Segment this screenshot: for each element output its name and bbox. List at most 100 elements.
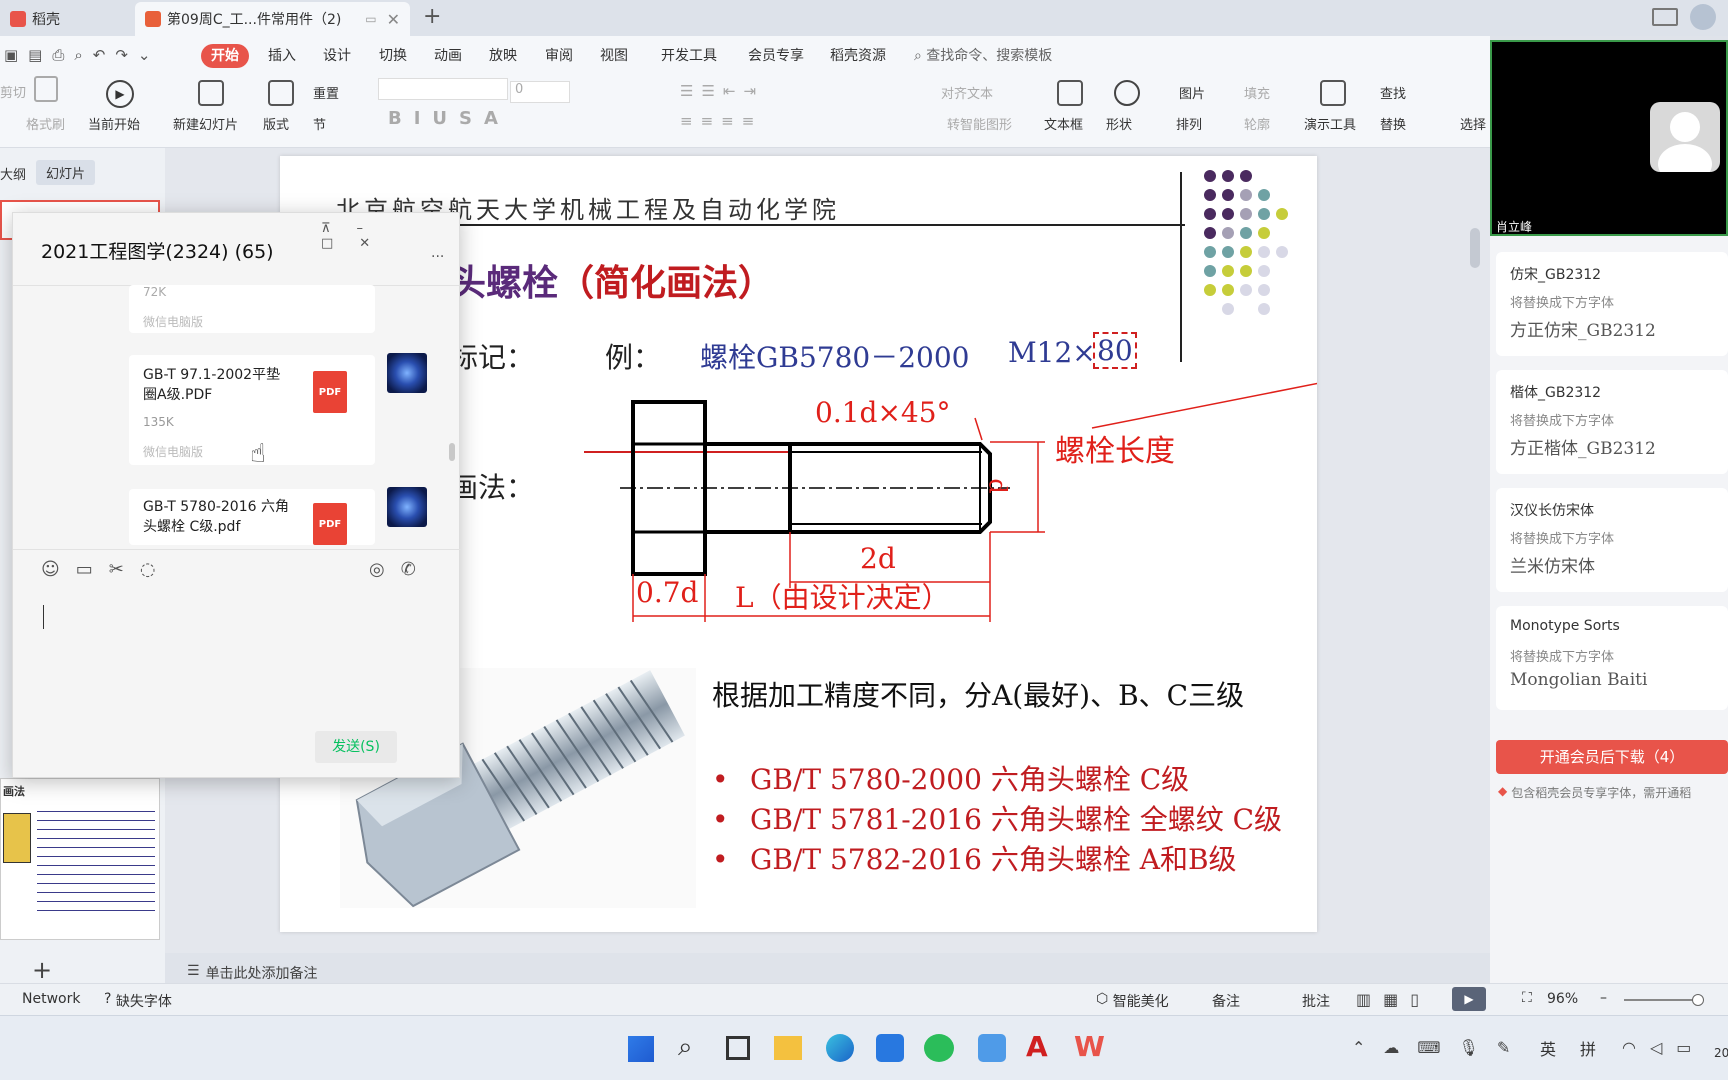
play-slideshow-button[interactable]: ▶ (1452, 987, 1486, 1011)
command-search[interactable]: ⌕ 查找命令、搜索模板 (914, 44, 1052, 68)
search-icon[interactable]: ⌕ (678, 1032, 693, 1063)
close-tab-icon[interactable]: ✕ (387, 10, 400, 29)
wechat-icon[interactable] (924, 1034, 954, 1062)
select-button[interactable]: 选择 (1460, 114, 1486, 133)
emoji-icon[interactable]: ☺ (41, 559, 60, 580)
menu-view[interactable]: 视图 (600, 44, 628, 68)
scissors-icon[interactable]: ✂ (109, 559, 124, 580)
acrobat-icon[interactable]: A (1026, 1030, 1048, 1063)
photos-icon[interactable] (876, 1034, 904, 1062)
menu-slideshow[interactable]: 放映 (489, 44, 517, 68)
file-message[interactable]: GB-T 5780-2016 六角头螺栓 C级.pdf PDF (129, 489, 375, 545)
folder-icon[interactable]: ▭ (76, 559, 93, 580)
zoom-out-icon[interactable]: – (1600, 990, 1607, 1006)
beautify-button[interactable]: ⬡ 智能美化 (1096, 991, 1169, 1011)
layout-icon[interactable] (1652, 8, 1678, 26)
sender-avatar[interactable] (387, 353, 427, 393)
view-mode-icons[interactable]: ▥▦▯ (1356, 990, 1431, 1009)
video-call-overlay[interactable]: 肖立峰 (1490, 40, 1728, 236)
window-controls[interactable]: ⊼–□✕ (321, 221, 459, 251)
menu-developer[interactable]: 开发工具 (661, 44, 717, 68)
user-avatar[interactable] (1690, 4, 1716, 30)
new-tab-icon[interactable]: + (423, 4, 441, 29)
slide-thumbnail[interactable]: 画法 (0, 778, 160, 940)
chat-scrollbar[interactable] (449, 443, 455, 461)
screen-icon[interactable]: ▭ (365, 12, 376, 26)
input-lang[interactable]: 英 (1540, 1036, 1556, 1060)
tab-document[interactable]: 第09周C_工...件常用件（2) ▭ ✕ (135, 2, 410, 36)
list-icons[interactable]: ☰☰⇤⇥ (680, 82, 764, 100)
wps-icon[interactable]: W (1074, 1030, 1105, 1063)
align-icons[interactable]: ≡≡≡≡ (680, 112, 762, 130)
menu-review[interactable]: 审阅 (545, 44, 573, 68)
system-tray-icons[interactable]: ◠◁▭ (1622, 1038, 1705, 1057)
comment-button[interactable]: 批注 (1302, 991, 1330, 1011)
cut-button[interactable]: 剪切 (0, 82, 26, 101)
align-text-button[interactable]: 对齐文本 (941, 83, 993, 102)
add-slide-icon[interactable]: + (32, 956, 52, 984)
replace-button[interactable]: 替换 (1380, 114, 1406, 133)
network-status[interactable]: Network (22, 991, 80, 1007)
menu-home[interactable]: 开始 (201, 44, 249, 68)
smart-art-button[interactable]: 转智能图形 (947, 114, 1012, 133)
task-view-icon[interactable] (726, 1036, 750, 1060)
font-name-select[interactable] (378, 78, 508, 100)
menu-member[interactable]: 会员专享 (748, 44, 804, 68)
input-method[interactable]: 拼 (1580, 1036, 1596, 1060)
message-input[interactable] (33, 589, 443, 719)
chat-bubble-icon[interactable]: ◌ (140, 559, 156, 580)
more-options-icon[interactable]: ··· (431, 249, 444, 265)
font-card[interactable]: 楷体_GB2312 将替换成下方字体 方正楷体_GB2312 (1496, 370, 1728, 474)
new-slide-button[interactable]: 新建幻灯片 (173, 114, 238, 133)
quick-access-icons[interactable]: ▣▤⎙⌕↶↷⌄ (4, 46, 160, 64)
format-painter-button[interactable]: 格式刷 (26, 114, 65, 133)
canvas-scrollbar[interactable] (1470, 158, 1480, 858)
clock[interactable]: 20 (1714, 1046, 1728, 1060)
file-message-previous[interactable]: 72K 微信电脑版 (129, 285, 375, 333)
missing-font-status[interactable]: ? 缺失字体 (104, 991, 172, 1011)
fit-icon[interactable]: ⛶ (1522, 990, 1532, 1006)
zoom-level[interactable]: 96% (1547, 991, 1578, 1007)
shape-button[interactable]: 形状 (1106, 114, 1132, 133)
font-card[interactable]: Monotype Sorts 将替换成下方字体 Mongolian Baiti (1496, 606, 1728, 710)
menu-animation[interactable]: 动画 (434, 44, 462, 68)
present-tools-button[interactable]: 演示工具 (1304, 114, 1356, 133)
font-size-select[interactable]: 0 (510, 81, 570, 103)
tab-slides[interactable]: 幻灯片 (36, 160, 96, 185)
section-button[interactable]: 节 (313, 114, 326, 133)
start-icon[interactable] (628, 1036, 654, 1062)
menu-design[interactable]: 设计 (323, 44, 351, 68)
edge-icon[interactable] (826, 1034, 854, 1062)
textbox-button[interactable]: 文本框 (1044, 114, 1083, 133)
live-icon[interactable]: ◎ (369, 559, 385, 580)
notes-placeholder[interactable]: ☰ 单击此处添加备注 (187, 963, 318, 983)
tab-home[interactable]: 稻壳 (0, 2, 130, 36)
menu-insert[interactable]: 插入 (268, 44, 296, 68)
file-explorer-icon[interactable] (774, 1036, 802, 1060)
font-card[interactable]: 仿宋_GB2312 将替换成下方字体 方正仿宋_GB2312 (1496, 252, 1728, 356)
wechat-group-window[interactable]: 2021工程图学(2324) (65) ⊼–□✕ ··· 72K 微信电脑版 G… (12, 212, 461, 778)
menu-docer[interactable]: 稻壳资源 (830, 44, 886, 68)
tab-outline[interactable]: 大纲 (0, 164, 26, 183)
picture-button[interactable]: 图片 (1179, 83, 1205, 102)
text-format-icons[interactable]: BIUSA (388, 108, 510, 129)
sender-avatar[interactable] (387, 487, 427, 527)
outline-button[interactable]: 轮廓 (1244, 114, 1270, 133)
zoom-slider[interactable] (1624, 994, 1704, 1006)
call-icon[interactable]: ✆ (401, 559, 416, 580)
notes-button[interactable]: 备注 (1212, 991, 1240, 1011)
tray-icons[interactable]: ⌃☁⌨🎙✎ (1352, 1038, 1528, 1057)
layout-button[interactable]: 版式 (263, 114, 289, 133)
zoom-slider-handle[interactable] (1692, 994, 1704, 1006)
play-from-current-button[interactable]: 当前开始 (88, 114, 140, 133)
reset-button[interactable]: 重置 (313, 83, 339, 102)
snipping-icon[interactable] (978, 1034, 1006, 1062)
send-button[interactable]: 发送(S) (315, 731, 397, 763)
fill-button[interactable]: 填充 (1244, 83, 1270, 102)
find-button[interactable]: 查找 (1380, 83, 1406, 102)
menu-transition[interactable]: 切换 (379, 44, 407, 68)
font-card[interactable]: 汉仪长仿宋体 将替换成下方字体 兰米仿宋体 (1496, 488, 1728, 592)
arrange-button[interactable]: 排列 (1176, 114, 1202, 133)
download-fonts-button[interactable]: 开通会员后下载（4） (1496, 740, 1728, 774)
scrollbar-thumb[interactable] (1470, 228, 1480, 268)
